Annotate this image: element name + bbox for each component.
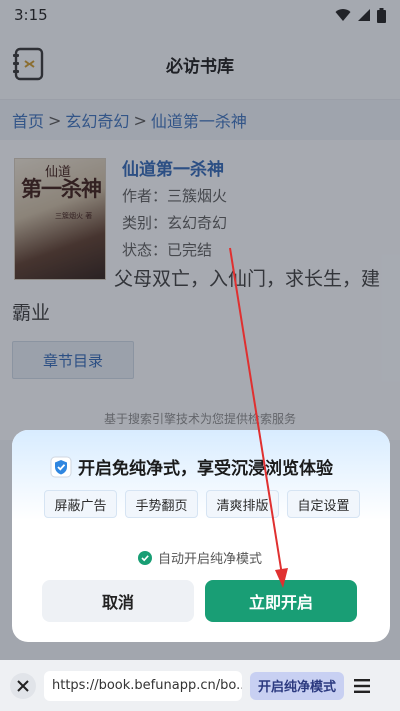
auto-enable-checkbox[interactable]: 自动开启纯净模式 (138, 548, 262, 567)
pure-mode-dialog: 开启免纯净式，享受沉浸浏览体验 屏蔽广告 手势翻页 清爽排版 自定设置 自动开启… (12, 430, 390, 642)
auto-enable-label: 自动开启纯净模式 (158, 552, 263, 567)
feature-chip: 清爽排版 (206, 490, 279, 518)
close-button[interactable] (10, 672, 36, 699)
enable-now-button[interactable]: 立即开启 (205, 580, 357, 622)
feature-chip: 自定设置 (287, 490, 360, 518)
close-icon (17, 679, 29, 692)
browser-bottom-bar: https://book.befunapp.cn/bo... 开启纯净模式 (0, 660, 400, 711)
feature-list: 屏蔽广告 手势翻页 清爽排版 自定设置 (44, 490, 360, 518)
menu-button[interactable] (352, 676, 372, 696)
cancel-button[interactable]: 取消 (42, 580, 194, 622)
dialog-title: 开启免纯净式，享受沉浸浏览体验 (50, 454, 333, 479)
feature-chip: 屏蔽广告 (44, 490, 117, 518)
check-icon (138, 550, 152, 565)
feature-chip: 手势翻页 (125, 490, 198, 518)
dialog-title-text: 开启免纯净式，享受沉浸浏览体验 (78, 459, 333, 479)
url-field[interactable]: https://book.befunapp.cn/bo... (44, 670, 242, 701)
pure-mode-button[interactable]: 开启纯净模式 (250, 671, 345, 700)
menu-icon (354, 678, 371, 693)
shield-check-icon (50, 456, 72, 477)
